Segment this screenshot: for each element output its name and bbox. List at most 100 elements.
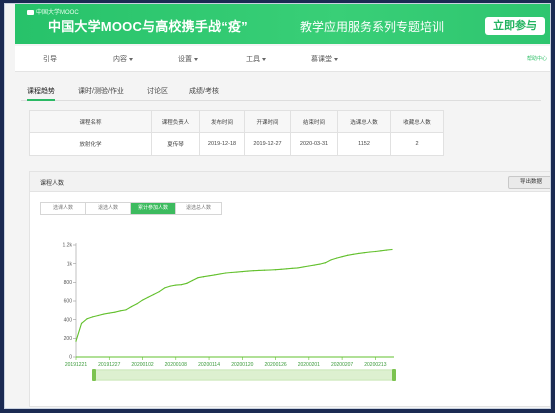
data-point	[330, 259, 332, 261]
table-header-row: 课程名称 课程负责人 发布时间 开课时间 结束时间 选课总人数 收藏总人数	[29, 110, 444, 133]
promo-banner[interactable]: 中国大学MOOC 中国大学MOOC与高校携手战“疫” 教学应用服务系列专题培训 …	[15, 4, 550, 44]
data-point	[141, 299, 144, 301]
data-point	[186, 282, 188, 284]
data-point	[92, 316, 94, 318]
nav-item-content[interactable]: 内容	[113, 54, 133, 64]
data-point	[114, 311, 116, 313]
chevron-down-icon	[262, 57, 266, 61]
x-tick-label: 20200114	[198, 362, 220, 368]
data-point	[75, 340, 77, 342]
data-point	[225, 272, 227, 274]
data-point	[385, 249, 388, 251]
y-tick-label: 800	[64, 280, 73, 286]
data-point	[86, 318, 88, 320]
data-point	[352, 253, 354, 255]
tab-bar: 课程趋势 课时/测验/作业 讨论区 成绩/考核	[21, 83, 541, 101]
x-tick-label: 20191221	[65, 362, 87, 368]
data-point	[391, 248, 393, 251]
table-header: 开课时间	[244, 110, 291, 133]
table-cell: 2019-12-18	[199, 132, 245, 156]
data-point	[230, 271, 232, 274]
data-point	[164, 287, 166, 289]
data-point	[103, 313, 105, 315]
app-window: 中国大学MOOC 中国大学MOOC与高校携手战“疫” 教学应用服务系列专题培训 …	[4, 3, 551, 409]
data-point	[341, 256, 343, 258]
nav-item-guide[interactable]: 引导	[43, 54, 57, 64]
table-cell: 放射化学	[29, 132, 152, 156]
nav-item-settings[interactable]: 设置	[178, 54, 198, 64]
data-point	[358, 252, 360, 254]
y-tick-label: 200	[64, 336, 73, 342]
data-point	[319, 263, 321, 265]
x-tick-label: 20200213	[364, 362, 386, 368]
data-point	[291, 267, 293, 269]
x-tick-label: 20200126	[264, 362, 286, 368]
table-header: 课程负责人	[151, 110, 200, 133]
enrollment-line-chart: 0 200 400 600 800 1k 1.2k 20191221 20191227 20200…	[63, 243, 396, 381]
tab-lessons-quizzes[interactable]: 课时/测验/作业	[78, 86, 124, 96]
zoom-handle-right[interactable]	[392, 369, 396, 381]
data-point	[269, 269, 271, 271]
y-tick-label: 600	[64, 299, 73, 305]
data-point	[158, 291, 160, 293]
data-point	[308, 265, 310, 267]
data-point	[374, 250, 376, 253]
nav-item-mooc-class[interactable]: 慕课堂	[311, 54, 338, 64]
data-point	[80, 322, 83, 324]
banner-subline: 教学应用服务系列专题培训	[300, 20, 445, 34]
join-button[interactable]: 立即参与	[485, 17, 545, 35]
tab-grades[interactable]: 成绩/考核	[189, 86, 219, 96]
data-point	[136, 303, 138, 305]
banner-logo: 中国大学MOOC	[27, 7, 79, 16]
table-cell: 2019-12-27	[244, 132, 291, 156]
x-tick-label: 20200207	[331, 362, 353, 368]
data-point	[324, 262, 327, 264]
data-point	[213, 274, 216, 276]
data-point	[191, 279, 194, 282]
zoom-slider-window[interactable]	[95, 371, 393, 379]
data-point	[175, 284, 177, 286]
nav-item-tools[interactable]: 工具	[246, 54, 266, 64]
x-tick-label: 20191227	[98, 362, 120, 368]
table-cell: 1152	[337, 132, 391, 156]
data-point	[258, 269, 260, 271]
data-point	[369, 251, 371, 253]
data-point	[208, 275, 210, 277]
data-point	[247, 270, 249, 272]
y-tick-label: 1.2k	[63, 243, 73, 249]
tab-course-trend[interactable]: 课程趋势	[27, 86, 55, 101]
enrollment-chart-card: 课程人数 导出数据 选课人数 退选人数 累计参加人数 退选总人数 0 200 400…	[29, 171, 550, 407]
table-cell: 2020-03-31	[290, 132, 338, 156]
series-line	[75, 248, 393, 342]
chevron-down-icon	[334, 57, 338, 61]
table-row: 放射化学 夏传琴 2019-12-18 2019-12-27 2020-03-3…	[29, 132, 444, 156]
x-tick-label: 20200120	[231, 362, 253, 368]
data-point	[286, 268, 288, 270]
course-summary-table: 课程名称 课程负责人 发布时间 开课时间 结束时间 选课总人数 收藏总人数 放射…	[29, 110, 444, 156]
table-header: 收藏总人数	[390, 110, 444, 133]
data-point	[147, 296, 149, 298]
data-point	[180, 284, 182, 286]
top-nav: 引导 内容 设置 工具 慕课堂 帮助中心	[15, 46, 550, 72]
tab-discussion[interactable]: 讨论区	[147, 86, 168, 96]
x-tick-label: 20200201	[298, 362, 320, 368]
chevron-down-icon	[129, 57, 133, 61]
mooc-logo-icon	[27, 9, 34, 15]
zoom-handle-left[interactable]	[92, 369, 96, 381]
x-tick-label: 20200108	[165, 362, 187, 368]
data-point	[252, 270, 255, 272]
table-cell: 2	[390, 132, 444, 156]
data-point	[236, 271, 238, 273]
table-header: 结束时间	[290, 110, 338, 133]
data-point	[280, 268, 282, 270]
data-point	[297, 267, 299, 269]
data-point	[169, 285, 171, 287]
data-point	[125, 309, 127, 311]
help-center-link[interactable]: 帮助中心	[527, 55, 547, 62]
chevron-down-icon	[194, 57, 198, 61]
data-point	[97, 314, 99, 317]
y-tick-label: 0	[69, 355, 72, 361]
data-point	[197, 277, 199, 279]
data-point	[219, 273, 221, 275]
data-point	[241, 271, 243, 273]
